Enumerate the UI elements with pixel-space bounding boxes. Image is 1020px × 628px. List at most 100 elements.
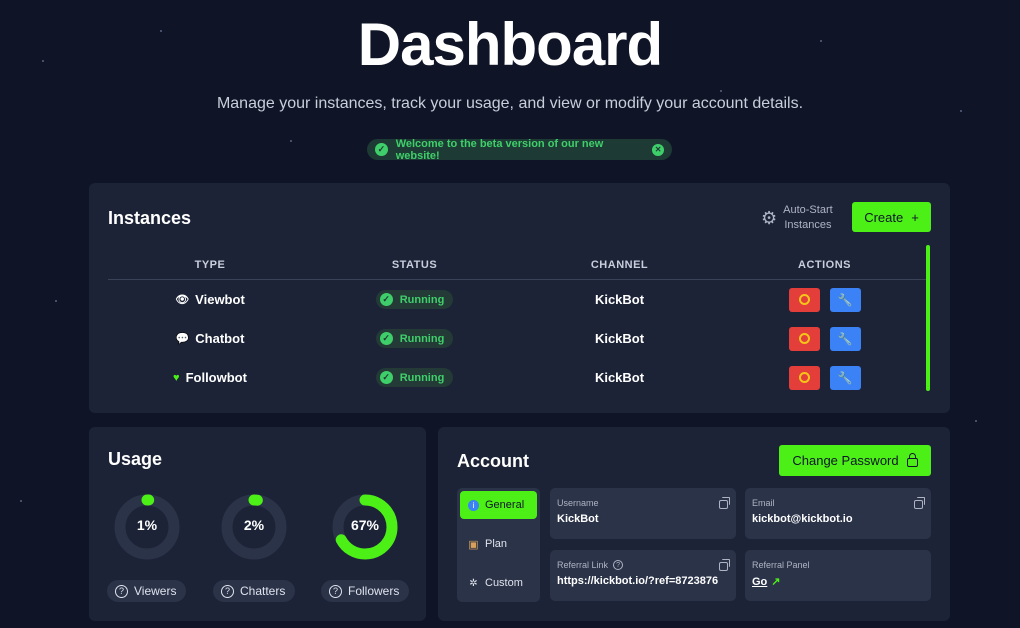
- change-password-button[interactable]: Change Password: [779, 445, 931, 476]
- banner-text: Welcome to the beta version of our new w…: [395, 137, 604, 162]
- create-button[interactable]: Create +: [852, 202, 931, 232]
- auto-start-label-2: Instances: [784, 219, 832, 231]
- nav-item-label: Plan: [485, 538, 508, 550]
- sparkle-icon: ✲: [469, 577, 478, 589]
- nav-item-custom[interactable]: ✲ Custom: [460, 569, 537, 597]
- viewers-percent: 1%: [136, 517, 158, 533]
- edit-button[interactable]: 🔧: [829, 287, 861, 312]
- email-value: kickbot@kickbot.io: [752, 513, 853, 525]
- referral-panel-go-link[interactable]: Go: [752, 576, 767, 588]
- external-link-icon[interactable]: ↗: [771, 576, 780, 588]
- question-icon: ?: [329, 584, 342, 598]
- instance-type: Followbot: [185, 370, 247, 385]
- copy-icon[interactable]: [914, 497, 925, 509]
- referral-link-field: Referral Link ? https://kickbot.io/?ref=…: [550, 550, 736, 601]
- info-icon: i: [468, 499, 479, 511]
- stop-button[interactable]: [788, 365, 820, 390]
- close-icon[interactable]: ✕: [652, 143, 664, 156]
- status-badge: ✓ Running: [375, 368, 454, 387]
- followers-percent: 67%: [350, 517, 380, 533]
- channel-name: KickBot: [594, 370, 645, 385]
- copy-icon[interactable]: [719, 497, 730, 509]
- lock-icon: [906, 453, 918, 467]
- status-badge: ✓ Running: [375, 329, 454, 348]
- table-header: TYPE STATUS CHANNEL ACTIONS: [108, 250, 927, 280]
- username-label: Username: [557, 498, 599, 508]
- followers-tag[interactable]: ? Followers: [321, 580, 410, 602]
- edit-button[interactable]: 🔧: [829, 326, 861, 351]
- stop-icon: [798, 372, 810, 383]
- instances-table: TYPE STATUS CHANNEL ACTIONS 👁 Viewbot ✓ …: [108, 250, 927, 397]
- status-text: Running: [399, 332, 445, 345]
- check-icon: ✓: [379, 293, 393, 306]
- username-field: Username KickBot: [550, 488, 736, 539]
- instances-title: Instances: [108, 208, 192, 228]
- page-subtitle: Manage your instances, track your usage,…: [216, 95, 804, 112]
- table-row: 👁 Viewbot ✓ Running KickBot 🔧: [108, 280, 927, 319]
- column-header-actions: ACTIONS: [798, 258, 851, 271]
- followers-label: Followers: [348, 584, 400, 598]
- nav-item-label: General: [485, 499, 525, 511]
- gears-icon: ⚙: [761, 207, 778, 228]
- viewers-tag[interactable]: ? Viewers: [107, 580, 187, 602]
- referral-panel-field: Referral Panel Go ↗: [745, 550, 931, 601]
- followers-usage-ring: 67%: [332, 494, 398, 560]
- wrench-icon: 🔧: [837, 331, 853, 346]
- usage-card: Usage 1% 2% 67% ? Viewers ? Chatters ? F…: [89, 427, 426, 621]
- heart-icon: ♥: [173, 371, 180, 384]
- chatters-usage-ring: 2%: [221, 494, 287, 560]
- check-icon: ✓: [379, 332, 393, 345]
- table-scrollbar[interactable]: [926, 245, 930, 391]
- page-title: Dashboard: [357, 11, 663, 78]
- stop-button[interactable]: [788, 287, 820, 312]
- status-text: Running: [399, 371, 445, 384]
- plus-icon: +: [911, 209, 919, 225]
- channel-name: KickBot: [594, 331, 645, 346]
- usage-title: Usage: [108, 449, 163, 469]
- nav-item-general[interactable]: i General: [460, 491, 537, 519]
- table-row: 💬 Chatbot ✓ Running KickBot 🔧: [108, 319, 927, 358]
- wrench-icon: 🔧: [837, 292, 853, 307]
- question-icon[interactable]: ?: [613, 560, 624, 570]
- stop-button[interactable]: [788, 326, 820, 351]
- chatters-label: Chatters: [240, 584, 286, 598]
- account-card: Account Change Password i General ▣ Plan…: [438, 427, 950, 621]
- instance-type: Viewbot: [195, 292, 245, 307]
- instance-type: Chatbot: [195, 331, 245, 346]
- beta-banner: ✓ Welcome to the beta version of our new…: [367, 137, 672, 162]
- edit-button[interactable]: 🔧: [829, 365, 861, 390]
- check-icon: ✓: [375, 143, 388, 156]
- email-label: Email: [752, 498, 775, 508]
- email-field: Email kickbot@kickbot.io: [745, 488, 931, 539]
- nav-item-plan[interactable]: ▣ Plan: [460, 530, 537, 558]
- wrench-icon: 🔧: [837, 370, 853, 385]
- viewers-usage-ring: 1%: [114, 494, 180, 560]
- account-title: Account: [457, 451, 529, 471]
- eye-icon: 👁: [175, 294, 190, 306]
- referral-link-value: https://kickbot.io/?ref=8723876: [557, 575, 719, 587]
- auto-start-instances-button[interactable]: ⚙ Auto-Start Instances: [761, 203, 833, 233]
- chatters-percent: 2%: [243, 517, 265, 533]
- stop-icon: [798, 294, 810, 305]
- nav-item-label: Custom: [485, 577, 523, 589]
- question-icon: ?: [115, 584, 128, 598]
- username-value: KickBot: [557, 513, 599, 525]
- viewers-label: Viewers: [134, 584, 177, 598]
- column-header-channel: CHANNEL: [590, 258, 649, 271]
- question-icon: ?: [221, 584, 234, 598]
- channel-name: KickBot: [594, 292, 645, 307]
- status-text: Running: [399, 293, 445, 306]
- chatters-tag[interactable]: ? Chatters: [213, 580, 296, 602]
- check-icon: ✓: [379, 371, 393, 384]
- table-row: ♥ Followbot ✓ Running KickBot 🔧: [108, 358, 927, 397]
- column-header-status: STATUS: [391, 258, 438, 271]
- instances-card: Instances ⚙ Auto-Start Instances Create …: [89, 183, 950, 413]
- copy-icon[interactable]: [719, 559, 730, 571]
- column-header-type: TYPE: [194, 258, 226, 271]
- box-icon: ▣: [468, 538, 479, 551]
- referral-panel-label: Referral Panel: [752, 560, 810, 570]
- chat-icon: 💬: [175, 333, 190, 345]
- status-badge: ✓ Running: [375, 290, 454, 309]
- auto-start-label: Auto-Start: [783, 204, 833, 216]
- account-nav: i General ▣ Plan ✲ Custom: [457, 488, 540, 602]
